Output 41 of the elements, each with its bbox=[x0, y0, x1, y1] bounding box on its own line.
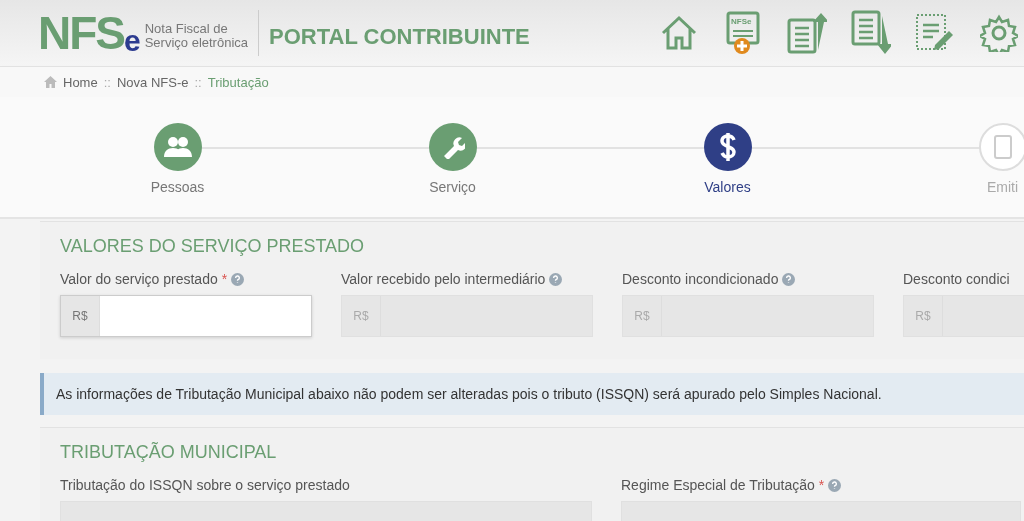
people-icon bbox=[162, 136, 193, 158]
currency-prefix: R$ bbox=[61, 296, 100, 336]
edit-document-icon bbox=[915, 13, 955, 53]
field-label: Desconto incondicionado bbox=[622, 271, 779, 287]
logo-tagline: Nota Fiscal de Serviço eletrônica bbox=[144, 20, 248, 50]
field-label: Desconto condici bbox=[903, 271, 1010, 287]
breadcrumb-separator: :: bbox=[103, 74, 111, 90]
input-field[interactable]: R$ bbox=[60, 295, 312, 337]
toolbar-button[interactable] bbox=[786, 11, 828, 55]
required-mark: * bbox=[818, 477, 825, 493]
icon-label: NFSe bbox=[731, 17, 752, 26]
breadcrumb-link[interactable]: Nova NFS-e bbox=[116, 74, 189, 90]
toolbar-button[interactable] bbox=[850, 11, 892, 55]
toolbar-button[interactable]: NFSe bbox=[722, 11, 764, 55]
step-label: Serviço bbox=[429, 179, 476, 195]
step-label: Pessoas bbox=[150, 179, 205, 195]
help-icon[interactable] bbox=[231, 272, 245, 286]
field-label: Regime Especial de Tributação bbox=[621, 477, 815, 493]
info-alert: As informações de Tributação Municipal abaixo não podem ser alteradas pois o tributo (ISSQN) será apurado pelo Simples Nacional. bbox=[40, 373, 1024, 415]
field-label: Valor recebido pelo intermediário bbox=[341, 271, 546, 287]
document-download-icon bbox=[851, 10, 891, 56]
required-mark: * bbox=[221, 271, 228, 287]
portal-title: PORTAL CONTRIBUINTE bbox=[269, 23, 530, 50]
home-icon bbox=[660, 14, 698, 52]
settings-icon bbox=[980, 14, 1018, 52]
dollar-icon bbox=[718, 132, 737, 162]
nfse-logo: NFSe bbox=[38, 10, 139, 56]
step-label: Emiti bbox=[986, 179, 1019, 195]
breadcrumb-separator: :: bbox=[194, 74, 202, 90]
step-circle[interactable] bbox=[703, 123, 752, 171]
home-icon bbox=[44, 76, 57, 88]
section-title: TRIBUTAÇÃO MUNICIPAL bbox=[60, 442, 278, 463]
breadcrumb-link[interactable]: Home bbox=[63, 74, 98, 90]
field-label: Valor do serviço prestado bbox=[60, 271, 218, 287]
section-title: VALORES DO SERVIÇO PRESTADO bbox=[60, 236, 366, 257]
breadcrumb-link[interactable]: Tributação bbox=[207, 74, 269, 90]
document-upload-icon bbox=[787, 12, 827, 54]
document-icon bbox=[993, 135, 1012, 159]
field-label: Tributação do ISSQN sobre o serviço prestado bbox=[60, 477, 350, 493]
step-label: Valores bbox=[704, 179, 751, 195]
document-plus-icon bbox=[726, 11, 760, 55]
